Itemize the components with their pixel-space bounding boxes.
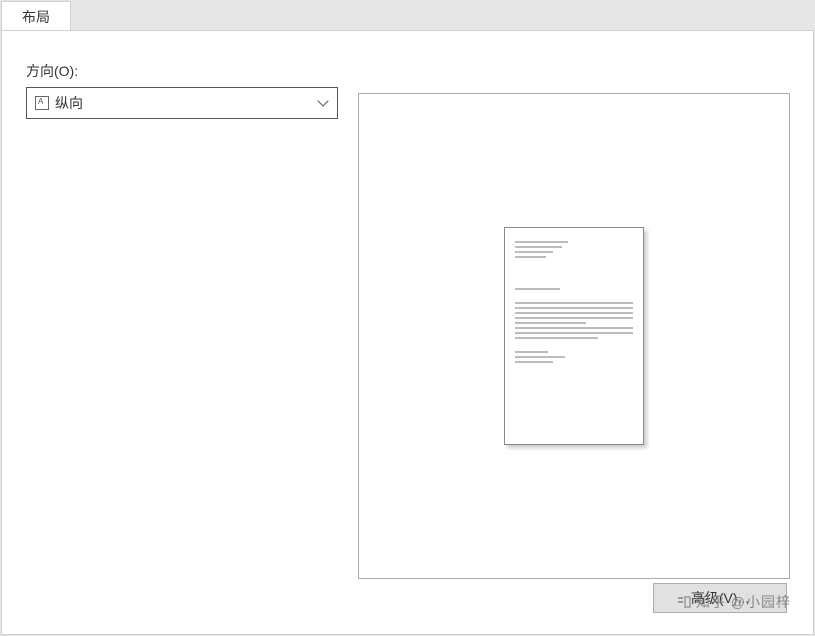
advanced-button-label: 高级(V)... <box>691 588 749 608</box>
advanced-button[interactable]: 高级(V)... <box>653 583 787 613</box>
content-area: 方向(O): 纵向 <box>1 30 814 635</box>
tab-bar: 布局 <box>0 0 815 31</box>
preview-panel <box>358 93 790 579</box>
portrait-page-icon <box>35 96 49 110</box>
orientation-label: 方向(O): <box>26 61 341 81</box>
tab-layout[interactable]: 布局 <box>1 1 71 31</box>
orientation-value: 纵向 <box>55 93 317 113</box>
page-preview <box>504 227 644 445</box>
orientation-dropdown[interactable]: 纵向 <box>26 87 338 119</box>
orientation-panel: 方向(O): 纵向 <box>26 61 341 119</box>
tab-layout-label: 布局 <box>22 7 50 27</box>
chevron-down-icon <box>317 97 329 109</box>
